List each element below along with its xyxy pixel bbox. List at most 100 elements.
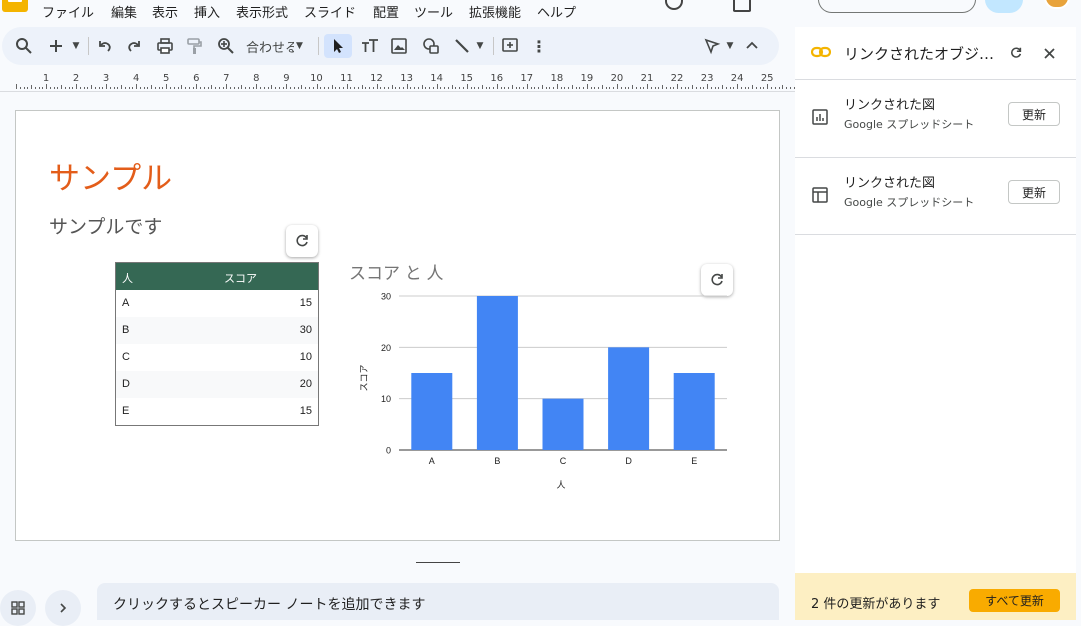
ruler-tick	[283, 87, 284, 89]
ruler-tick	[84, 87, 85, 89]
close-icon[interactable]	[1044, 48, 1055, 59]
ruler-tick	[418, 87, 419, 89]
x-tick-label: D	[625, 456, 632, 466]
ruler-number: 20	[610, 73, 624, 84]
ruler-tick	[666, 87, 667, 89]
ruler-tick	[775, 87, 776, 89]
linked-table[interactable]: 人 スコア A 15 B 30 C 10 D 20 E 15	[115, 262, 319, 426]
collapse-icon[interactable]	[742, 34, 762, 58]
menu-file[interactable]: ファイル	[42, 2, 94, 21]
menu-extensions[interactable]: 拡張機能	[469, 2, 521, 21]
ruler-tick	[204, 87, 205, 89]
ruler-tick	[61, 85, 62, 89]
speaker-notes[interactable]: クリックするとスピーカー ノートを追加できます	[97, 583, 779, 620]
expand-filmstrip-button[interactable]	[45, 590, 81, 626]
ruler-tick	[147, 87, 148, 89]
table-row: D 20	[116, 371, 318, 398]
ruler-number: 8	[253, 73, 260, 84]
textbox-icon[interactable]	[359, 34, 381, 58]
ruler-tick	[219, 87, 220, 89]
comments-icon[interactable]	[733, 0, 751, 12]
share-button[interactable]	[985, 0, 1023, 13]
ruler-tick	[407, 84, 408, 89]
ruler-tick	[429, 87, 430, 89]
image-icon[interactable]	[389, 34, 409, 58]
refresh-icon	[296, 234, 308, 247]
menu-insert[interactable]: 挿入	[194, 2, 220, 21]
ruler-tick	[703, 87, 704, 89]
comment-icon[interactable]	[500, 34, 520, 58]
undo-icon[interactable]	[95, 34, 115, 58]
update-button[interactable]: 更新	[1008, 102, 1060, 126]
ruler-tick	[347, 84, 348, 89]
pointer-mode-icon[interactable]	[702, 34, 722, 58]
chevron-down-icon[interactable]: ▼	[474, 34, 486, 58]
slide-subtitle[interactable]: サンプルです	[49, 212, 162, 239]
notes-resize-handle[interactable]	[416, 562, 460, 563]
refresh-icon[interactable]	[1009, 46, 1023, 60]
ruler-tick	[688, 87, 689, 89]
ruler-tick	[399, 87, 400, 89]
menu-slide[interactable]: スライド	[304, 2, 356, 21]
update-button[interactable]: 更新	[1008, 180, 1060, 204]
ruler-tick	[463, 87, 464, 89]
table-cell: A	[122, 297, 130, 309]
slide-canvas[interactable]: サンプル サンプルです 人 スコア A 15 B 30 C 10 D 20 E …	[15, 110, 780, 541]
menu-view[interactable]: 表示	[152, 2, 178, 21]
menu-arrange[interactable]: 配置	[373, 2, 399, 21]
menu-format[interactable]: 表示形式	[236, 2, 288, 21]
linked-chart[interactable]: スコア と 人 0 10 20 30 A B C D E 人 スコア	[343, 261, 739, 501]
more-icon[interactable]: ⋮	[531, 34, 547, 58]
ruler-tick	[414, 87, 415, 89]
slideshow-button[interactable]	[818, 0, 976, 13]
ruler-number: 19	[580, 73, 594, 84]
print-icon[interactable]	[155, 34, 175, 58]
ruler-tick	[452, 85, 453, 89]
ruler-tick	[189, 87, 190, 89]
update-all-button[interactable]: すべて更新	[969, 589, 1060, 612]
shape-icon[interactable]	[421, 34, 441, 58]
ruler-tick	[35, 87, 36, 89]
menu-help[interactable]: ヘルプ	[537, 2, 576, 21]
slide-title[interactable]: サンプル	[49, 153, 172, 198]
ruler-tick	[136, 84, 137, 89]
zoom-select[interactable]: 合わせる ▼	[246, 34, 312, 58]
linked-object-item[interactable]: リンクされた図 Google スプレッドシート 更新	[795, 157, 1076, 235]
ruler-number: 21	[640, 73, 654, 84]
menu-edit[interactable]: 編集	[111, 2, 137, 21]
ruler-tick	[223, 87, 224, 89]
chevron-down-icon[interactable]: ▼	[724, 34, 736, 58]
x-tick-label: A	[429, 456, 435, 466]
ruler-tick	[365, 87, 366, 89]
ruler-tick	[655, 87, 656, 89]
ruler-tick	[658, 87, 659, 89]
table-refresh-button[interactable]	[286, 225, 318, 257]
ruler-tick	[549, 87, 550, 89]
ruler-tick	[756, 87, 757, 89]
ruler-tick	[185, 87, 186, 89]
menu-tools[interactable]: ツール	[414, 2, 453, 21]
ruler-tick	[166, 84, 167, 89]
ruler-tick	[692, 85, 693, 89]
linked-object-name: リンクされた図	[844, 98, 936, 113]
ruler-tick	[91, 85, 92, 89]
chart-icon	[812, 109, 828, 125]
redo-icon[interactable]	[124, 34, 144, 58]
plus-icon[interactable]	[46, 34, 66, 58]
ruler-tick	[609, 87, 610, 89]
grid-view-button[interactable]	[0, 590, 36, 626]
line-icon[interactable]	[452, 34, 472, 58]
table-cell: B	[122, 324, 130, 336]
linked-object-item[interactable]: リンクされた図 Google スプレッドシート 更新	[795, 79, 1076, 157]
slides-logo-icon[interactable]	[2, 0, 28, 12]
avatar[interactable]	[1044, 0, 1070, 9]
paint-format-icon[interactable]	[184, 34, 204, 58]
y-tick-label: 10	[381, 394, 391, 404]
select-icon[interactable]	[324, 34, 352, 58]
chevron-down-icon[interactable]: ▼	[70, 34, 82, 58]
zoom-icon[interactable]	[216, 34, 236, 58]
ruler-tick	[256, 84, 257, 89]
ruler-tick	[46, 84, 47, 89]
search-icon[interactable]	[14, 34, 34, 58]
bar	[673, 373, 715, 450]
